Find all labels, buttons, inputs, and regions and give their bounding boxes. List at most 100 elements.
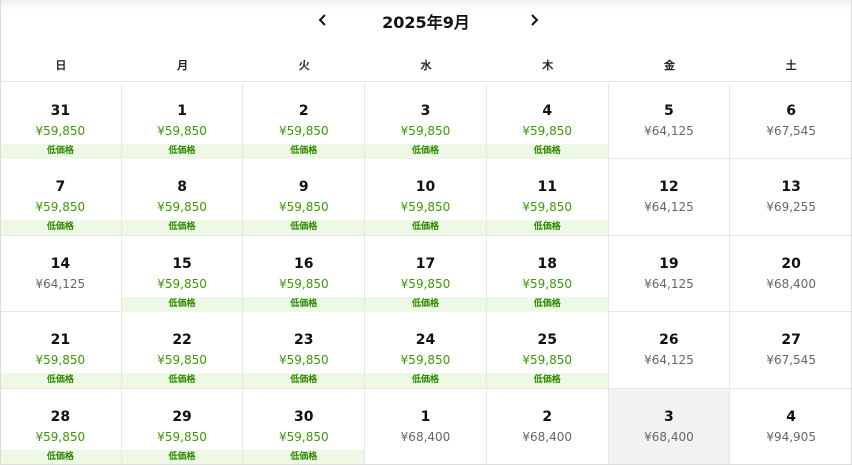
date-number: 4 — [786, 408, 797, 425]
chevron-right-icon — [531, 14, 539, 26]
date-cell[interactable]: 4 ¥59,850 低価格 — [486, 83, 609, 160]
date-price: ¥68,400 — [644, 429, 694, 444]
low-price-badge: 低価格 — [121, 220, 243, 236]
date-cell[interactable]: 24 ¥59,850 低価格 — [365, 312, 487, 389]
date-cell[interactable]: 2 ¥68,400 — [486, 388, 609, 465]
date-number: 28 — [50, 408, 71, 425]
date-number: 14 — [50, 255, 71, 272]
date-cell[interactable]: 17 ¥59,850 低価格 — [365, 235, 487, 313]
low-price-badge: 低価格 — [243, 220, 365, 236]
date-cell[interactable]: 3 ¥68,400 — [608, 388, 731, 465]
date-price: ¥59,850 — [400, 276, 451, 291]
date-number: 3 — [664, 408, 674, 425]
date-price: ¥68,400 — [522, 429, 573, 444]
date-cell[interactable]: 22 ¥59,850 低価格 — [121, 312, 244, 389]
date-price: ¥59,850 — [157, 200, 207, 215]
date-cell[interactable]: 8 ¥59,850 低価格 — [121, 159, 244, 236]
date-cell[interactable]: 26 ¥64,125 — [608, 312, 731, 389]
date-price: ¥59,850 — [400, 124, 451, 138]
date-price: ¥59,850 — [157, 353, 207, 368]
date-number: 22 — [172, 332, 192, 349]
calendar-grid: 31 ¥59,850 低価格 1 ¥59,850 低価格 2 ¥59,850 低価格 3 ¥59,8… — [0, 83, 852, 465]
date-cell[interactable]: 1 ¥59,850 低価格 — [121, 83, 244, 160]
date-price: ¥59,850 — [35, 353, 86, 368]
date-price: ¥68,400 — [766, 276, 816, 291]
date-cell[interactable]: 10 ¥59,850 低価格 — [365, 159, 487, 236]
date-cell[interactable]: 25 ¥59,850 低価格 — [486, 312, 609, 389]
date-number: 12 — [659, 179, 679, 196]
date-number: 4 — [542, 103, 553, 119]
date-price: ¥67,545 — [766, 124, 816, 138]
date-cell[interactable]: 11 ¥59,850 低価格 — [486, 159, 609, 236]
date-cell[interactable]: 29 ¥59,850 低価格 — [121, 388, 244, 465]
low-price-badge: 低価格 — [243, 144, 365, 159]
date-cell[interactable]: 18 ¥59,850 低価格 — [486, 235, 609, 313]
date-number: 20 — [781, 255, 801, 272]
low-price-badge: 低価格 — [0, 373, 121, 389]
date-cell[interactable]: 1 ¥68,400 — [365, 388, 487, 465]
date-number: 2 — [542, 408, 553, 425]
date-cell[interactable]: 30 ¥59,850 低価格 — [243, 388, 366, 465]
low-price-badge: 低価格 — [486, 220, 608, 236]
date-cell[interactable]: 19 ¥64,125 — [608, 235, 731, 313]
date-cell[interactable]: 13 ¥69,255 — [730, 159, 852, 236]
date-number: 5 — [664, 103, 674, 119]
low-price-badge: 低価格 — [0, 144, 121, 159]
date-cell[interactable]: 5 ¥64,125 — [608, 83, 731, 160]
next-month-button[interactable] — [522, 9, 546, 31]
date-cell[interactable]: 16 ¥59,850 低価格 — [243, 235, 366, 313]
low-price-badge: 低価格 — [121, 449, 243, 465]
date-number: 1 — [420, 408, 431, 425]
weekday-thu: 木 — [542, 59, 554, 72]
date-cell[interactable]: 6 ¥67,545 — [730, 83, 852, 160]
date-number: 9 — [298, 179, 309, 196]
date-number: 19 — [659, 255, 679, 272]
date-number: 17 — [415, 255, 436, 272]
low-price-badge: 低価格 — [365, 220, 486, 236]
date-cell[interactable]: 20 ¥68,400 — [730, 236, 852, 313]
date-number: 11 — [537, 179, 557, 196]
low-price-badge: 低価格 — [486, 296, 608, 312]
date-price: ¥64,125 — [644, 353, 694, 368]
weekday-sat: 土 — [785, 59, 797, 72]
date-cell[interactable]: 4 ¥94,905 — [730, 389, 852, 465]
date-cell[interactable]: 21 ¥59,850 低価格 — [0, 312, 122, 389]
date-price: ¥59,850 — [278, 276, 329, 291]
date-price: ¥59,850 — [278, 124, 329, 138]
date-cell[interactable]: 9 ¥59,850 低価格 — [243, 159, 366, 236]
date-price: ¥59,850 — [157, 124, 207, 138]
date-number: 3 — [420, 103, 431, 119]
low-price-badge: 低価格 — [365, 296, 486, 312]
date-cell[interactable]: 3 ¥59,850 低価格 — [365, 83, 487, 160]
date-cell[interactable]: 12 ¥64,125 — [608, 159, 731, 236]
low-price-badge: 低価格 — [486, 144, 608, 159]
low-price-badge: 低価格 — [365, 373, 486, 389]
date-price: ¥59,850 — [35, 429, 86, 444]
low-price-badge: 低価格 — [243, 296, 365, 312]
date-cell[interactable]: 15 ¥59,850 低価格 — [121, 235, 244, 313]
date-cell[interactable]: 27 ¥67,545 — [730, 312, 852, 389]
date-price: ¥64,125 — [644, 124, 694, 138]
date-price: ¥59,850 — [278, 200, 329, 215]
date-cell[interactable]: 2 ¥59,850 低価格 — [243, 83, 366, 160]
low-price-badge: 低価格 — [121, 296, 243, 312]
date-price: ¥59,850 — [157, 276, 207, 291]
date-price: ¥59,850 — [278, 429, 329, 444]
weekday-wed: 水 — [420, 59, 432, 72]
weekday-mon: 月 — [177, 59, 189, 72]
date-number: 2 — [298, 103, 309, 119]
date-cell[interactable]: 28 ¥59,850 低価格 — [0, 388, 122, 465]
date-cell[interactable]: 14 ¥64,125 — [0, 235, 122, 313]
date-number: 31 — [50, 103, 71, 119]
date-cell[interactable]: 7 ¥59,850 低価格 — [0, 159, 122, 236]
low-price-badge: 低価格 — [486, 373, 608, 389]
low-price-badge: 低価格 — [243, 449, 365, 465]
date-cell[interactable]: 31 ¥59,850 低価格 — [0, 83, 122, 160]
date-price: ¥94,905 — [766, 429, 816, 444]
low-price-badge: 低価格 — [121, 373, 243, 389]
date-number: 10 — [415, 179, 436, 196]
low-price-badge: 低価格 — [0, 449, 121, 465]
date-cell[interactable]: 23 ¥59,850 低価格 — [243, 312, 366, 389]
weekday-fri: 金 — [663, 59, 675, 72]
date-number: 21 — [50, 332, 71, 349]
